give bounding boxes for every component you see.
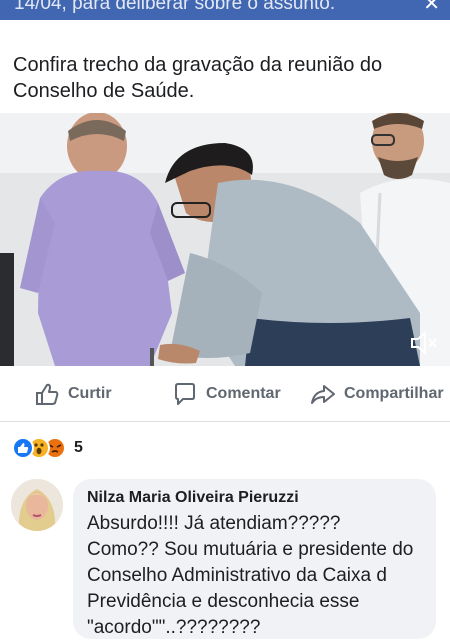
like-button[interactable]: Curtir [34,366,112,422]
comment-icon [175,383,195,405]
comment-button[interactable]: Comentar [172,366,281,422]
comment-bubble: Nilza Maria Oliveira Pieruzzi Absurdo!!!… [73,479,436,639]
comment-author[interactable]: Nilza Maria Oliveira Pieruzzi [87,489,422,507]
reaction-count: 5 [74,439,83,456]
video-frame [0,113,450,366]
speaker-muted-icon[interactable] [410,330,438,356]
video-player[interactable] [0,113,450,366]
share-label: Compartilhar [344,385,444,402]
top-bar: 14/04, para deliberar sobre o assunto. ✕ [0,0,450,20]
clipped-post-text: 14/04, para deliberar sobre o assunto. [14,0,336,14]
like-icon [12,437,34,459]
thumbs-up-icon [36,383,59,405]
post-text: Confira trecho da gravação da reunião do… [13,54,383,102]
comment-text: Absurdo!!!! Já atendiam????? Como?? Sou … [87,513,414,638]
reactions-summary[interactable]: 5 [12,436,83,460]
like-label: Curtir [68,385,112,402]
share-button[interactable]: Compartilhar [310,366,444,422]
avatar[interactable] [11,479,63,531]
close-icon[interactable]: ✕ [423,0,440,14]
share-icon [311,385,335,404]
commenter-photo [11,479,63,531]
comment-label: Comentar [206,385,281,402]
post-actions-bar: Curtir Comentar Compartilhar [0,366,450,422]
